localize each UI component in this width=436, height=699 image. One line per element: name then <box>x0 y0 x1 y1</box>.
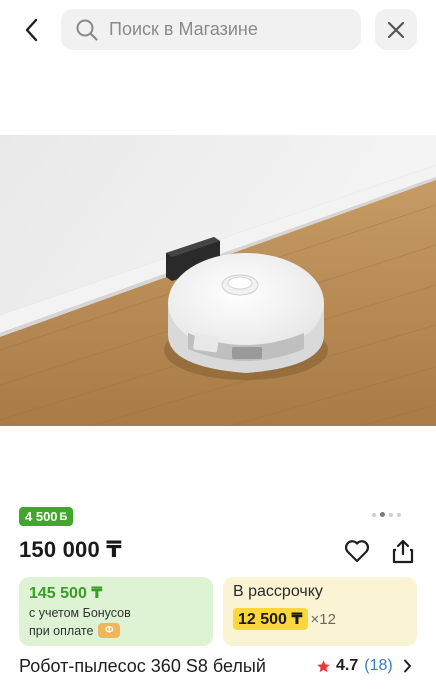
search-icon <box>76 19 98 41</box>
top-bar <box>0 0 436 60</box>
product-title-row: Робот-пылесос 360 S8 белый 4.7 (18) <box>0 654 436 684</box>
share-icon <box>392 539 414 564</box>
installment-label: В рассрочку <box>233 583 323 600</box>
installment-months: ×12 <box>310 610 336 628</box>
bonus-note-text1: с учетом Бонусов <box>29 606 131 620</box>
search-box[interactable] <box>61 9 361 50</box>
close-button[interactable] <box>375 9 417 50</box>
installment-row: 12 500 ₸ ×12 <box>233 608 407 630</box>
bonus-badge-amount: 4 500 <box>25 509 58 524</box>
bonus-coin-icon: Ф <box>98 623 121 638</box>
rating-link[interactable]: 4.7 (18) <box>316 657 412 675</box>
heart-icon <box>344 540 370 563</box>
search-input[interactable] <box>109 19 339 40</box>
product-title: Робот-пылесос 360 S8 белый <box>19 656 266 676</box>
back-button[interactable] <box>14 12 50 48</box>
favorite-button[interactable] <box>342 536 372 566</box>
gallery-pagination[interactable] <box>372 512 401 517</box>
chevron-left-icon <box>25 18 38 42</box>
share-button[interactable] <box>388 536 418 566</box>
bonus-badge: 4 500 Б <box>19 507 74 526</box>
bonus-note-line2: при оплате Ф <box>29 623 203 638</box>
installment-card[interactable]: В рассрочку 12 500 ₸ ×12 <box>223 577 417 646</box>
pagination-dot-active[interactable] <box>380 512 385 517</box>
product-image[interactable] <box>0 135 436 426</box>
installment-amount: 12 500 ₸ <box>233 608 308 630</box>
pagination-dot[interactable] <box>389 512 393 517</box>
bonus-price: 145 500 ₸ <box>29 585 103 602</box>
bonus-note-line1: с учетом Бонусов <box>29 606 203 620</box>
product-price: 150 000 ₸ <box>19 537 122 562</box>
rating-value: 4.7 <box>336 657 359 674</box>
close-icon <box>387 21 405 38</box>
bonus-note-text2: при оплате <box>29 623 94 638</box>
reviews-count[interactable]: (18) <box>364 657 392 675</box>
bonus-badge-unit: Б <box>59 510 68 523</box>
pagination-dot[interactable] <box>372 512 376 517</box>
star-icon <box>317 659 330 672</box>
chevron-right-icon <box>403 659 411 673</box>
robot-vacuum-photo <box>0 135 436 426</box>
pagination-dot[interactable] <box>397 512 401 517</box>
bonus-price-card[interactable]: 145 500 ₸ с учетом Бонусов при оплате Ф <box>19 577 213 646</box>
